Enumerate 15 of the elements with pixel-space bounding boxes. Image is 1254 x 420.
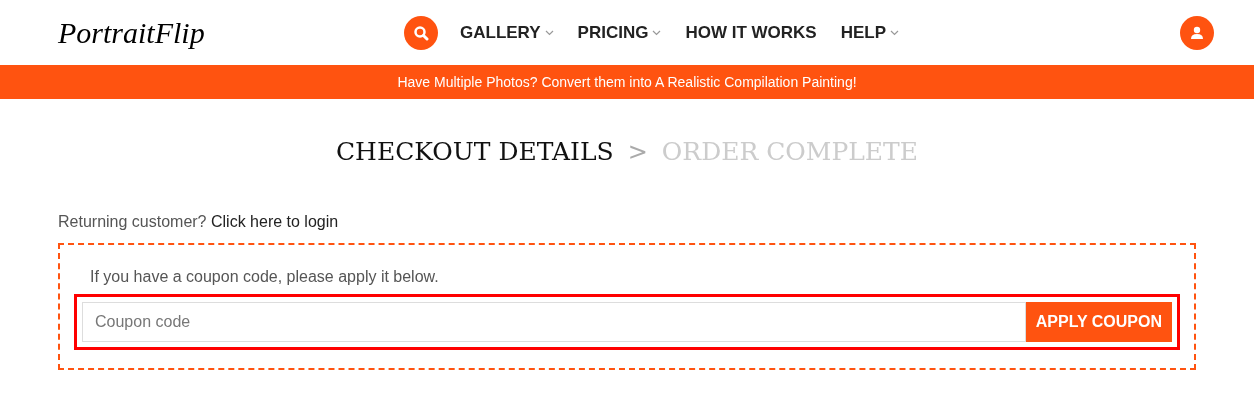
coupon-field[interactable]: Coupon code: [82, 302, 1026, 342]
coupon-hint: If you have a coupon code, please apply it below.: [89, 267, 440, 287]
step-separator: >: [627, 137, 648, 168]
login-link[interactable]: Click here to login: [210, 213, 339, 230]
checkout-step: CHECKOUT DETAILS: [335, 133, 614, 171]
account-button[interactable]: [1180, 15, 1214, 50]
nav-link[interactable]: PRICING: [577, 19, 662, 46]
user-icon: [1190, 25, 1204, 40]
returning-customer-text: Returning customer? Click here to login: [58, 212, 340, 232]
nav-link[interactable]: HOW IT WORKS: [685, 19, 817, 46]
logo[interactable]: PortraitFlip: [58, 16, 205, 49]
search-button[interactable]: [404, 15, 438, 50]
search-icon: [413, 24, 429, 41]
nav-link[interactable]: HELP: [840, 19, 900, 46]
nav-link[interactable]: GALLERY: [460, 19, 554, 46]
